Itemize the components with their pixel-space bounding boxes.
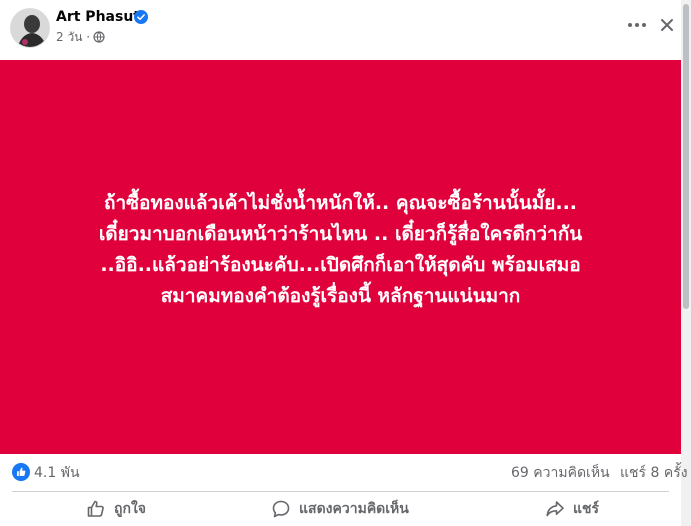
reaction-count[interactable]: 4.1 พัน: [34, 464, 80, 482]
share-icon: [546, 501, 564, 517]
avatar[interactable]: [10, 8, 50, 48]
post-text-line: สมาคมทองคำต้องรู้เรื่องนี้ หลักฐานแน่นมา…: [160, 285, 521, 307]
reactions-row: 4.1 พัน 69 ความคิดเห็น แชร์ 8 ครั้ง: [0, 454, 688, 488]
post-text-line: ..อิอิ..แล้วอย่าร้องนะคับ...เปิดศึกก็เอา…: [100, 254, 581, 276]
post-text-line: ถ้าซื้อทองแล้วเค้าไม่ชั่งน้ำหนักให้.. คุ…: [103, 192, 578, 214]
comment-button[interactable]: แสดงความคิดเห็น: [271, 494, 409, 524]
like-label: ถูกใจ: [114, 501, 146, 517]
share-label: แชร์: [573, 501, 600, 517]
share-count[interactable]: แชร์ 8 ครั้ง: [620, 464, 688, 482]
like-button[interactable]: ถูกใจ: [86, 494, 146, 524]
verified-badge-icon: [134, 10, 148, 24]
more-options-icon[interactable]: [623, 14, 651, 36]
post-text-line: เดี๋ยวมาบอกเดือนหน้าว่าร้านไหน .. เดี๋ยว…: [98, 223, 583, 245]
action-bar: ถูกใจ แสดงความคิดเห็น แชร์: [0, 492, 681, 526]
post-time[interactable]: 2 วัน ·: [56, 29, 90, 45]
post-meta: 2 วัน ·: [56, 29, 105, 45]
globe-icon: [93, 31, 105, 43]
post-card: Art Phasut 2 วัน · ถ้าซื้อทองแล้วเค้าไม่…: [0, 0, 691, 526]
share-button[interactable]: แชร์: [545, 494, 599, 524]
comment-icon: [272, 500, 290, 518]
post-header: Art Phasut 2 วัน ·: [0, 0, 691, 60]
scrollbar-thumb[interactable]: [683, 4, 689, 309]
thumbs-up-icon: [87, 500, 104, 517]
post-text-background: ถ้าซื้อทองแล้วเค้าไม่ชั่งน้ำหนักให้.. คุ…: [0, 60, 681, 454]
comment-label: แสดงความคิดเห็น: [299, 501, 409, 517]
comment-count[interactable]: 69 ความคิดเห็น: [511, 464, 610, 482]
post-text: ถ้าซื้อทองแล้วเค้าไม่ชั่งน้ำหนักให้.. คุ…: [0, 188, 681, 312]
close-icon[interactable]: [656, 14, 678, 36]
like-reaction-icon[interactable]: [12, 463, 30, 481]
author-name[interactable]: Art Phasut: [56, 8, 140, 26]
